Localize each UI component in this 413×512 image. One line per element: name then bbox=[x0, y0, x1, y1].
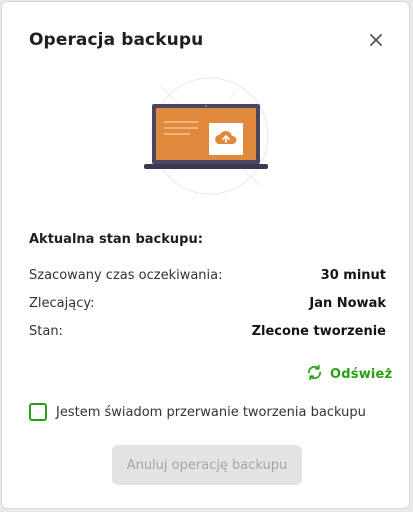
acknowledge-label[interactable]: Jestem świadom przerwanie tworzenia back… bbox=[56, 405, 366, 420]
state-row: Stan: Zlecone tworzenie bbox=[29, 324, 386, 339]
requester-row: Zlecający: Jan Nowak bbox=[29, 296, 386, 311]
state-value: Zlecone tworzenie bbox=[251, 324, 386, 339]
refresh-icon bbox=[306, 364, 323, 385]
acknowledge-row: Jestem świadom przerwanie tworzenia back… bbox=[29, 403, 366, 421]
estimated-time-label: Szacowany czas oczekiwania: bbox=[29, 268, 223, 283]
acknowledge-checkbox[interactable] bbox=[29, 403, 47, 421]
state-label: Stan: bbox=[29, 324, 63, 339]
close-icon[interactable] bbox=[366, 30, 386, 50]
backup-operation-dialog: Operacja backupu Aktualna stan backupu: … bbox=[1, 1, 410, 509]
refresh-button[interactable]: Odśwież bbox=[306, 364, 392, 385]
laptop-cloud-upload-icon bbox=[140, 66, 280, 206]
refresh-label: Odśwież bbox=[330, 367, 393, 382]
requester-value: Jan Nowak bbox=[309, 296, 386, 311]
estimated-time-value: 30 minut bbox=[320, 268, 386, 283]
cancel-backup-button[interactable]: Anuluj operację backupu bbox=[112, 445, 302, 485]
estimated-time-row: Szacowany czas oczekiwania: 30 minut bbox=[29, 268, 386, 283]
requester-label: Zlecający: bbox=[29, 296, 95, 311]
backup-status-heading: Aktualna stan backupu: bbox=[29, 232, 203, 247]
dialog-title: Operacja backupu bbox=[29, 30, 204, 50]
